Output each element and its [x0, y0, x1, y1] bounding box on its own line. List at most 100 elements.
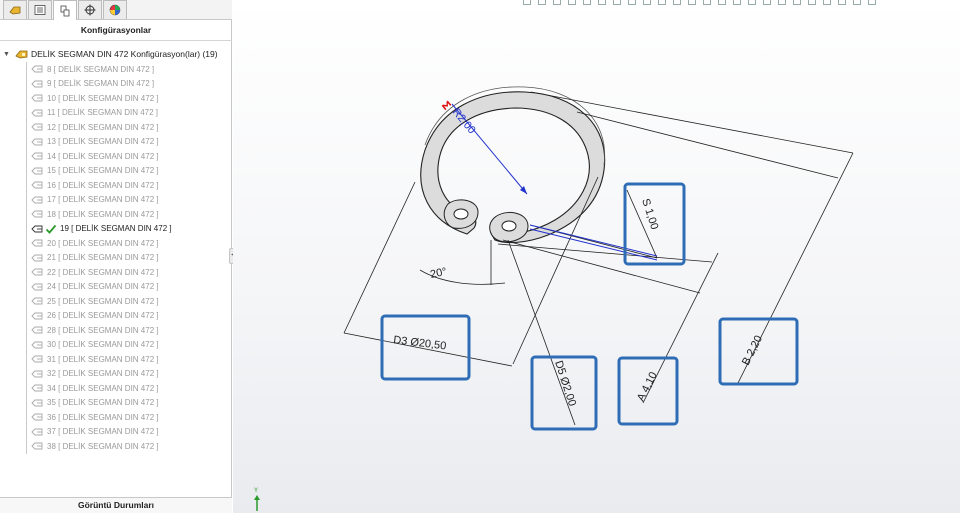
configuration-item[interactable]: 12 [ DELİK SEGMAN DIN 472 ] — [0, 120, 232, 135]
configuration-item[interactable]: 10 [ DELİK SEGMAN DIN 472 ] — [0, 91, 232, 106]
configuration-item[interactable]: 20 [ DELİK SEGMAN DIN 472 ] — [0, 236, 232, 251]
configuration-item-label: 20 [ DELİK SEGMAN DIN 472 ] — [47, 238, 159, 248]
feature-manager-tab[interactable] — [3, 0, 27, 19]
tree-branch-line — [26, 163, 27, 178]
retaining-ring[interactable] — [420, 86, 606, 244]
configuration-item[interactable]: 32 [ DELİK SEGMAN DIN 472 ] — [0, 366, 232, 381]
tree-branch-line — [26, 366, 27, 381]
configuration-item[interactable]: 18 [ DELİK SEGMAN DIN 472 ] — [0, 207, 232, 222]
configuration-item-icon — [31, 297, 43, 305]
s-dimension[interactable]: S 1,00 — [639, 197, 660, 231]
configuration-item-label: 26 [ DELİK SEGMAN DIN 472 ] — [47, 311, 159, 321]
configuration-item-icon — [31, 65, 43, 73]
configuration-item-icon — [31, 109, 43, 117]
property-manager-icon — [34, 5, 46, 15]
configuration-item[interactable]: 24 [ DELİK SEGMAN DIN 472 ] — [0, 279, 232, 294]
configuration-item[interactable]: 36 [ DELİK SEGMAN DIN 472 ] — [0, 410, 232, 425]
property-manager-tab[interactable] — [28, 0, 52, 19]
radius-symbol: Σ — [439, 99, 454, 113]
configuration-item[interactable]: 13 [ DELİK SEGMAN DIN 472 ] — [0, 134, 232, 149]
display-manager-tab[interactable] — [103, 0, 127, 19]
configuration-item[interactable]: 9 [ DELİK SEGMAN DIN 472 ] — [0, 76, 232, 91]
tree-branch-line — [26, 192, 27, 207]
root-label: DELİK SEGMAN DIN 472 Konfigürasyon(lar) … — [31, 49, 218, 59]
configuration-item[interactable]: 11 [ DELİK SEGMAN DIN 472 ] — [0, 105, 232, 120]
configuration-item[interactable]: 38 [ DELİK SEGMAN DIN 472 ] — [0, 439, 232, 454]
configuration-item-label: 22 [ DELİK SEGMAN DIN 472 ] — [47, 267, 159, 277]
configuration-item[interactable]: 16 [ DELİK SEGMAN DIN 472 ] — [0, 178, 232, 193]
manager-tab-strip — [0, 0, 232, 20]
configuration-item-icon — [31, 370, 43, 378]
configuration-item-icon — [31, 442, 43, 450]
configuration-item-label: 25 [ DELİK SEGMAN DIN 472 ] — [47, 296, 159, 306]
graphics-viewport[interactable]: 20° D3 Ø20,50 D5 Ø2,00 S 1,00 A 4,10 B 2… — [233, 0, 960, 513]
configuration-item-label: 21 [ DELİK SEGMAN DIN 472 ] — [47, 253, 159, 263]
configuration-item-label: 14 [ DELİK SEGMAN DIN 472 ] — [47, 151, 159, 161]
tree-branch-line — [26, 352, 27, 367]
configuration-item[interactable]: 8 [ DELİK SEGMAN DIN 472 ] — [0, 62, 232, 77]
configuration-item-icon — [31, 283, 43, 291]
tree-branch-line — [26, 381, 27, 396]
configuration-item-label: 30 [ DELİK SEGMAN DIN 472 ] — [47, 340, 159, 350]
configuration-item[interactable]: 28 [ DELİK SEGMAN DIN 472 ] — [0, 323, 232, 338]
configuration-item[interactable]: 37 [ DELİK SEGMAN DIN 472 ] — [0, 424, 232, 439]
configuration-item[interactable]: 15 [ DELİK SEGMAN DIN 472 ] — [0, 163, 232, 178]
configuration-item[interactable]: 14 [ DELİK SEGMAN DIN 472 ] — [0, 149, 232, 164]
configuration-manager-tab[interactable] — [53, 0, 77, 20]
configuration-item-icon — [31, 428, 43, 436]
configuration-item-icon — [31, 254, 43, 262]
a-dimension[interactable]: A 4,10 — [635, 370, 660, 403]
configuration-item[interactable]: 25 [ DELİK SEGMAN DIN 472 ] — [0, 294, 232, 309]
active-check-icon — [45, 224, 57, 234]
configuration-item-icon — [31, 341, 43, 349]
configuration-item-label: 36 [ DELİK SEGMAN DIN 472 ] — [47, 412, 159, 422]
configuration-item[interactable]: 19 [ DELİK SEGMAN DIN 472 ] — [0, 221, 232, 236]
display-states-header[interactable]: Görüntü Durumları — [0, 497, 232, 513]
configuration-item[interactable]: 26 [ DELİK SEGMAN DIN 472 ] — [0, 308, 232, 323]
tree-branch-line — [26, 178, 27, 193]
tree-branch-line — [26, 105, 27, 120]
configuration-item[interactable]: 35 [ DELİK SEGMAN DIN 472 ] — [0, 395, 232, 410]
d3-dimension[interactable]: D3 Ø20,50 — [393, 334, 447, 352]
configuration-item-icon — [31, 312, 43, 320]
dimxpert-manager-tab[interactable] — [78, 0, 102, 19]
configuration-item-icon — [31, 239, 43, 247]
crosshair-icon — [84, 4, 96, 16]
angle-dimension[interactable]: 20° — [429, 266, 448, 281]
configuration-item-label: 37 [ DELİK SEGMAN DIN 472 ] — [47, 427, 159, 437]
configuration-item-label: 32 [ DELİK SEGMAN DIN 472 ] — [47, 369, 159, 379]
configuration-item[interactable]: 31 [ DELİK SEGMAN DIN 472 ] — [0, 352, 232, 367]
configuration-item-label: 13 [ DELİK SEGMAN DIN 472 ] — [47, 137, 159, 147]
tree-branch-line — [26, 294, 27, 309]
configuration-item[interactable]: 22 [ DELİK SEGMAN DIN 472 ] — [0, 265, 232, 280]
collapse-arrow-icon[interactable]: ▼ — [3, 51, 13, 58]
configuration-item-icon — [31, 196, 43, 204]
configuration-item-label: 28 [ DELİK SEGMAN DIN 472 ] — [47, 325, 159, 335]
configuration-manager-icon — [60, 5, 70, 16]
configuration-item[interactable]: 17 [ DELİK SEGMAN DIN 472 ] — [0, 192, 232, 207]
configuration-item-icon — [31, 355, 43, 363]
tree-branch-line — [26, 134, 27, 149]
tree-branch-line — [26, 308, 27, 323]
configuration-tree-root[interactable]: ▼ DELİK SEGMAN DIN 472 Konfigürasyon(lar… — [0, 46, 232, 62]
tree-branch-line — [26, 250, 27, 265]
panel-title: Konfigürasyonlar — [0, 20, 232, 41]
b-dimension[interactable]: B 2,20 — [740, 334, 765, 368]
axis-triad: Y — [250, 488, 264, 512]
tree-branch-line — [26, 424, 27, 439]
configuration-item-icon — [31, 413, 43, 421]
configuration-item-icon — [31, 181, 43, 189]
configuration-item[interactable]: 34 [ DELİK SEGMAN DIN 472 ] — [0, 381, 232, 396]
tree-branch-line — [26, 323, 27, 338]
configuration-item-icon — [31, 210, 43, 218]
y-axis-label: Y — [254, 488, 259, 494]
feature-manager-icon — [9, 6, 21, 15]
configuration-item-icon — [31, 80, 43, 88]
d5-dimension[interactable]: D5 Ø2,00 — [552, 359, 578, 407]
configuration-item[interactable]: 30 [ DELİK SEGMAN DIN 472 ] — [0, 337, 232, 352]
configuration-item-icon — [31, 94, 43, 102]
configuration-list: 8 [ DELİK SEGMAN DIN 472 ] 9 [ DELİK SEGM… — [0, 62, 232, 454]
configuration-item[interactable]: 21 [ DELİK SEGMAN DIN 472 ] — [0, 250, 232, 265]
tree-branch-line — [26, 62, 27, 77]
configuration-item-label: 34 [ DELİK SEGMAN DIN 472 ] — [47, 383, 159, 393]
